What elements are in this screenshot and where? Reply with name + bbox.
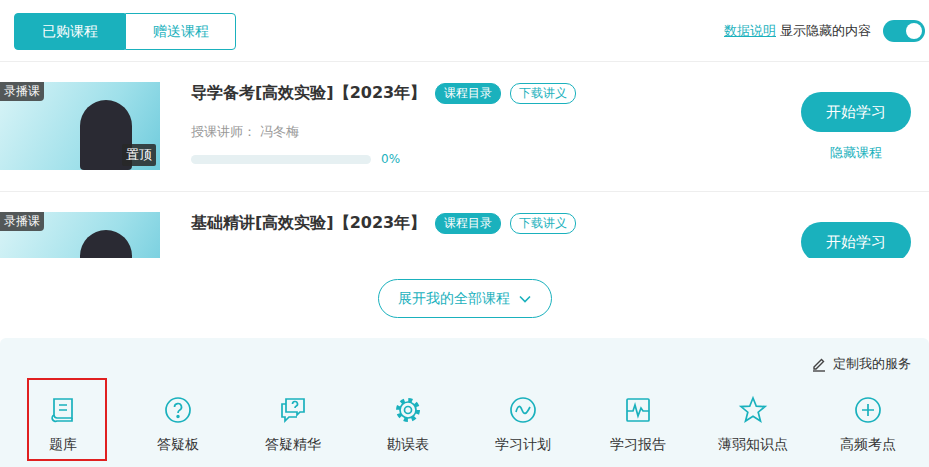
- start-button[interactable]: 开始学习: [801, 222, 911, 258]
- teacher-label: 授课讲师： 冯冬梅: [191, 123, 801, 141]
- service-label: 高频考点: [840, 436, 896, 454]
- course-title[interactable]: 导学备考[高效实验]【2023年】: [191, 83, 426, 104]
- progress-reading: 0%: [381, 152, 400, 166]
- header-bar: 已购课程赠送课程 数据说明显示隐藏的内容: [0, 0, 929, 62]
- course-tag[interactable]: 下载讲义: [510, 83, 576, 104]
- course-title[interactable]: 基础精讲[高效实验]【2023年】: [191, 213, 426, 234]
- course-list: 录播课置顶导学备考[高效实验]【2023年】课程目录下载讲义授课讲师： 冯冬梅0…: [0, 62, 929, 258]
- service-label: 薄弱知识点: [718, 436, 788, 454]
- service-label: 答疑板: [157, 436, 199, 454]
- progress-track: [191, 155, 371, 164]
- course-type-badge: 录播课: [0, 212, 44, 231]
- customize-row: 定制我的服务: [5, 354, 924, 374]
- report-icon: [622, 394, 654, 426]
- bank-icon: [47, 394, 79, 426]
- bubbles-icon: [277, 394, 309, 426]
- service-item[interactable]: 答疑板: [120, 378, 235, 461]
- service-label: 勘误表: [387, 436, 429, 454]
- title-line: 导学备考[高效实验]【2023年】课程目录下载讲义: [191, 83, 801, 104]
- title-line: 基础精讲[高效实验]【2023年】课程目录下载讲义: [191, 213, 801, 234]
- services-panel: 定制我的服务题库 答疑板 答疑精华 勘误表 学习计划 学习报告 薄弱知识点 高频考点: [0, 338, 929, 467]
- course-tag[interactable]: 课程目录: [435, 83, 501, 104]
- wave-icon: [507, 394, 539, 426]
- service-item[interactable]: 勘误表: [350, 378, 465, 461]
- course-info: 导学备考[高效实验]【2023年】课程目录下载讲义授课讲师： 冯冬梅0%: [191, 82, 801, 166]
- service-label: 学习计划: [495, 436, 551, 454]
- star-icon: [737, 394, 769, 426]
- course-tag[interactable]: 课程目录: [435, 213, 501, 234]
- service-grid: 题库 答疑板 答疑精华 勘误表 学习计划 学习报告 薄弱知识点 高频考点: [5, 378, 924, 461]
- pencil-icon: [811, 356, 827, 372]
- header-controls: 数据说明显示隐藏的内容: [724, 20, 925, 42]
- course-actions: 开始学习隐藏课程: [801, 82, 911, 162]
- course-tag[interactable]: 下载讲义: [510, 213, 576, 234]
- data-help-link[interactable]: 数据说明: [724, 22, 776, 40]
- expand-courses-button[interactable]: 展开我的全部课程: [378, 279, 552, 318]
- tab-group: 已购课程赠送课程: [14, 13, 236, 50]
- course-row: 录播课基础精讲[高效实验]【2023年】课程目录下载讲义开始学习: [0, 192, 929, 258]
- expand-wrap: 展开我的全部课程: [0, 279, 929, 318]
- service-label: 题库: [49, 436, 77, 454]
- progress-row: 0%: [191, 152, 801, 166]
- start-button[interactable]: 开始学习: [801, 92, 911, 132]
- course-thumbnail[interactable]: 录播课: [0, 212, 160, 258]
- toggle-knob: [906, 23, 922, 39]
- course-info: 基础精讲[高效实验]【2023年】课程目录下载讲义: [191, 212, 801, 234]
- gear-icon: [392, 394, 424, 426]
- course-actions: 开始学习: [801, 212, 911, 258]
- course-thumbnail[interactable]: 录播课置顶: [0, 82, 160, 170]
- customize-link[interactable]: 定制我的服务: [811, 354, 911, 374]
- service-item[interactable]: 高频考点: [810, 378, 925, 461]
- thumbnail-picture: [80, 230, 132, 258]
- tab[interactable]: 赠送课程: [125, 13, 236, 50]
- tab[interactable]: 已购课程: [14, 13, 125, 50]
- course-row: 录播课置顶导学备考[高效实验]【2023年】课程目录下载讲义授课讲师： 冯冬梅0…: [0, 62, 929, 192]
- service-label: 答疑精华: [265, 436, 321, 454]
- course-type-badge: 录播课: [0, 82, 44, 101]
- chevron-down-icon: [518, 292, 532, 306]
- service-label: 学习报告: [610, 436, 666, 454]
- hide-course-link[interactable]: 隐藏课程: [830, 144, 882, 162]
- course-page: 已购课程赠送课程数据说明显示隐藏的内容录播课置顶导学备考[高效实验]【2023年…: [0, 0, 929, 467]
- show-hidden-label: 显示隐藏的内容: [780, 22, 871, 40]
- service-item[interactable]: 题库: [5, 378, 120, 461]
- pin-badge[interactable]: 置顶: [122, 144, 156, 166]
- service-item[interactable]: 学习计划: [465, 378, 580, 461]
- service-item[interactable]: 答疑精华: [235, 378, 350, 461]
- question-icon: [162, 394, 194, 426]
- service-item[interactable]: 学习报告: [580, 378, 695, 461]
- service-item[interactable]: 薄弱知识点: [695, 378, 810, 461]
- plus-icon: [852, 394, 884, 426]
- show-hidden-toggle[interactable]: [883, 20, 925, 42]
